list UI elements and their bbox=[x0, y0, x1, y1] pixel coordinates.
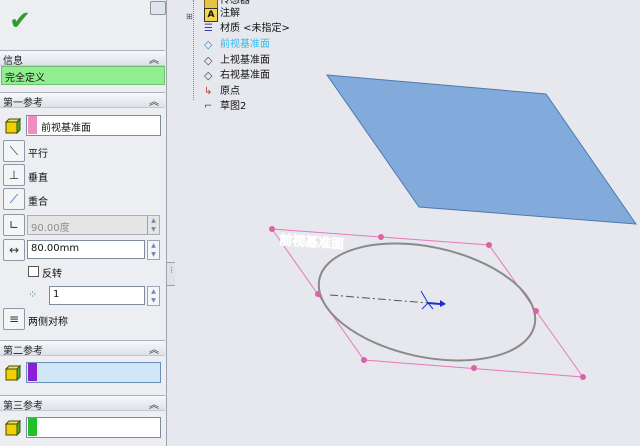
sketch-icon: ⌐ bbox=[204, 101, 213, 112]
tree-item-label: 上视基准面 bbox=[220, 55, 270, 66]
plane-icon: ◇ bbox=[204, 54, 213, 67]
plane-icon: ◇ bbox=[204, 69, 213, 82]
material-icon: ☰ bbox=[204, 23, 213, 34]
tree-item-label: 草图2 bbox=[220, 101, 247, 112]
tree-connector bbox=[193, 0, 195, 100]
tree-item-label: 材质 <未指定> bbox=[220, 23, 290, 34]
tree-item-label: 右视基准面 bbox=[220, 70, 270, 81]
origin-icon: ↳ bbox=[204, 86, 213, 97]
handle-point[interactable] bbox=[580, 374, 586, 380]
tree-expand-icon[interactable]: ⊞ bbox=[186, 12, 193, 21]
tree-item-label: 前视基准面 bbox=[220, 39, 270, 50]
graphics-viewport[interactable]: 前视基准面 bbox=[0, 0, 640, 446]
handle-point[interactable] bbox=[533, 308, 539, 314]
plane-icon: ◇ bbox=[204, 38, 213, 51]
tree-item-label: 原点 bbox=[220, 86, 240, 97]
handle-point[interactable] bbox=[361, 357, 367, 363]
handle-point[interactable] bbox=[378, 234, 384, 240]
annotation-icon: A bbox=[204, 8, 218, 22]
handle-point[interactable] bbox=[471, 365, 477, 371]
tree-item-label: 注解 bbox=[220, 8, 240, 19]
handle-point[interactable] bbox=[315, 291, 321, 297]
handle-point[interactable] bbox=[486, 242, 492, 248]
handle-point[interactable] bbox=[269, 226, 275, 232]
